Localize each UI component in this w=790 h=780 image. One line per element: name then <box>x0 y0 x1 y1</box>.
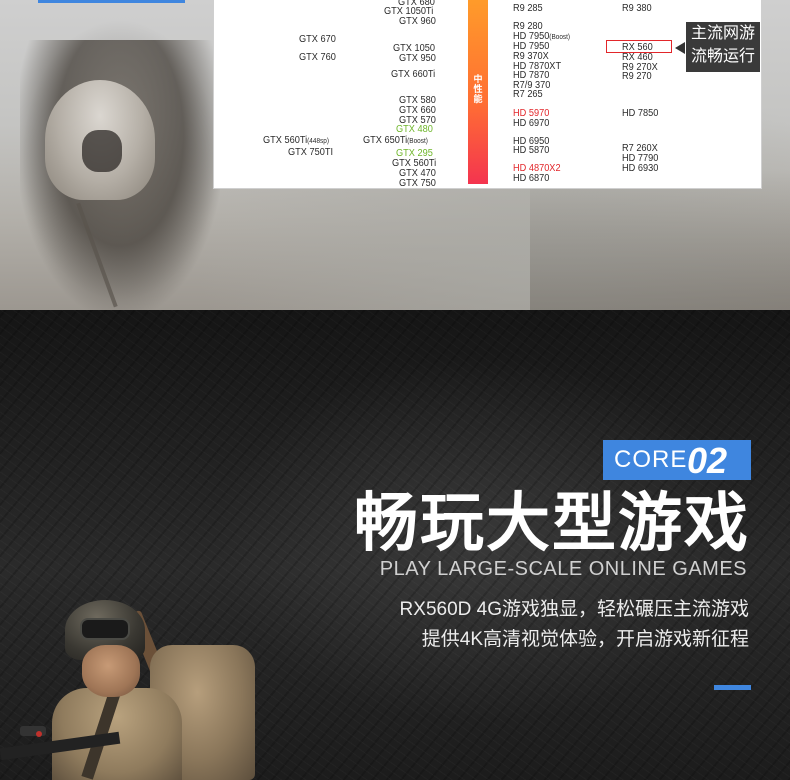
gpu-tier-chart: GTX 670 GTX 760 GTX 560Ti(448sp) GTX 750… <box>213 0 762 189</box>
assassin-face-shadow <box>82 130 122 172</box>
section-tab-indicator <box>38 0 185 3</box>
gpu-label: HD 6930 <box>622 163 659 174</box>
gpu-label: HD 6970 <box>513 118 550 129</box>
rifle-scope-illustration <box>20 726 46 736</box>
mainstream-games-callout: 主流网游 流畅运行 <box>686 22 760 72</box>
feature-subtitle: PLAY LARGE-SCALE ONLINE GAMES <box>379 558 747 580</box>
soldier-face-illustration <box>82 645 140 697</box>
gpu-label: HD 7850 <box>622 108 659 119</box>
ruins-background <box>530 170 790 310</box>
core-badge-number: 02 <box>687 440 728 481</box>
feature-description-line-1: RX560D 4G游戏独显，轻松碾压主流游戏 <box>399 599 749 620</box>
gpu-label: R9 270 <box>622 71 652 82</box>
amd-column-2: R9 380 RX 560 RX 460 R9 270X R9 270 HD 7… <box>621 0 691 188</box>
feature-description-line-2: 提供4K高清视觉体验，开启游戏新征程 <box>421 629 749 650</box>
gpu-label: GTX 760 <box>299 52 336 63</box>
feature-title: 畅玩大型游戏 <box>354 487 750 559</box>
amd-column-1: R9 285 R9 280 HD 7950(Boost) HD 7950 R9 … <box>513 0 623 188</box>
scope-red-dot-icon <box>36 731 42 737</box>
callout-line-1: 主流网游 <box>691 25 756 42</box>
performance-tier-label: 中性能 <box>473 74 483 104</box>
gpu-label: GTX 750 <box>399 178 436 189</box>
rx560-highlight-box <box>606 40 672 53</box>
core-badge-word: CORE <box>614 446 688 473</box>
gpu-label: GTX 660Ti <box>391 69 436 80</box>
gpu-label: GTX 950 <box>399 53 436 64</box>
gpu-label: R9 285 <box>513 3 543 14</box>
gpu-label: R9 380 <box>622 3 652 14</box>
nvidia-column-2: GTX 680 GTX 1050Ti GTX 960 GTX 1050 GTX … <box>354 0 454 188</box>
accent-underline <box>714 685 751 690</box>
core-badge: CORE 02 <box>603 440 751 480</box>
gpu-label: GTX 650Ti(Boost) <box>363 135 428 146</box>
goggles-illustration <box>80 618 130 640</box>
gpu-label: HD 6870 <box>513 173 550 184</box>
callout-arrow-icon <box>675 42 685 54</box>
gpu-label: GTX 750TI <box>288 147 333 158</box>
soldier-illustration <box>0 590 270 780</box>
gpu-label: GTX 670 <box>299 34 336 45</box>
feature-section-core-02: CORE 02 畅玩大型游戏 PLAY LARGE-SCALE ONLINE G… <box>0 310 790 780</box>
callout-line-2: 流畅运行 <box>691 48 756 65</box>
gpu-label: R7 265 <box>513 89 543 100</box>
gpu-label: GTX 960 <box>399 16 436 27</box>
gpu-label: HD 5870 <box>513 145 550 156</box>
nvidia-column-1: GTX 670 GTX 760 GTX 560Ti(448sp) GTX 750… <box>214 0 341 188</box>
gpu-label: GTX 560Ti(448sp) <box>263 135 329 146</box>
gpu-label: GTX 480 <box>396 124 433 135</box>
